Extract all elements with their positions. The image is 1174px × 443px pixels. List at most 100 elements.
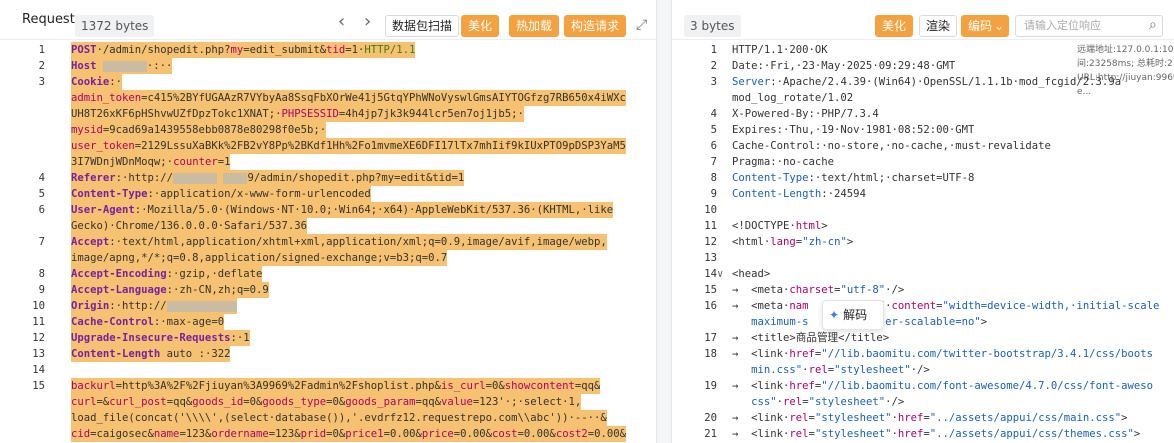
code-line: 15 → <meta·charset="utf-8"·/>: [672, 282, 1174, 298]
pane-divider[interactable]: [656, 0, 672, 443]
line-number: 14: [704, 268, 717, 280]
code-line: UH8T26xKF6pHShvwUZfDpzTokc1XNAT;·PHPSESS…: [0, 106, 656, 122]
code-line: 21 → <link·rel="stylesheet"·href="../asse…: [672, 426, 1174, 442]
line-text: Accept-Encoding:·gzip,·deflate: [71, 266, 263, 282]
code-line: maximum-s user-scalable=no">: [672, 314, 1174, 330]
line-text: Expires:·Thu,·19·Nov·1981·08:52:00·GMT: [732, 124, 975, 136]
line-number: 12: [704, 236, 717, 248]
code-line: 10 Origin:·http://: [0, 298, 656, 314]
code-line: 16 → <meta·nam t"·content="width=device-w…: [672, 298, 1174, 314]
line-text: User-Agent:·Mozilla/5.0·(Windows·NT·10.0…: [71, 202, 614, 218]
line-number: 11: [704, 220, 717, 232]
encoding-dropdown[interactable]: 编码 ⌄: [961, 15, 1010, 37]
line-text: UH8T26xKF6pHShvwUZfDpzTokc1XNAT;·PHPSESS…: [71, 106, 524, 122]
line-number: 5: [38, 188, 45, 200]
code-line: curl=&curl_post=qq&goods_id=0&goods_type…: [0, 394, 656, 410]
code-line: 12 <html·lang="zh-cn">: [672, 234, 1174, 250]
line-number: 18: [704, 348, 717, 360]
line-number: 15: [704, 284, 717, 296]
line-number: 1: [38, 44, 45, 56]
line-text: Accept-Language:·zh-CN,zh;q=0.9: [71, 282, 269, 298]
line-text: <head>: [732, 268, 771, 280]
line-number: 6: [710, 140, 717, 152]
fold-chevron-icon[interactable]: ∨: [717, 266, 723, 282]
line-text: HTTP/1.1·200·OK: [732, 44, 828, 56]
line-text: → <link·href="//lib.baomitu.com/font-awe…: [732, 380, 1153, 392]
request-title: Request: [22, 12, 75, 27]
code-line: 7 Pragma:·no-cache: [672, 154, 1174, 170]
line-text: Content-Length:·24594: [732, 188, 866, 200]
line-text: Pragma:·no-cache: [732, 156, 835, 168]
line-number: 1: [710, 44, 717, 56]
line-text: → <meta·charset="utf-8"·/>: [732, 284, 905, 296]
code-line: 6 Cache-Control:·no-store,·no-cache,·must…: [672, 138, 1174, 154]
line-number: 7: [710, 156, 717, 168]
beautify-button[interactable]: 美化: [461, 15, 500, 37]
line-number: 8: [38, 268, 45, 280]
line-text: Content-Length auto :·322: [71, 346, 231, 362]
line-number: 11: [32, 316, 45, 328]
line-number: 9: [38, 284, 45, 296]
line-number: 4: [38, 172, 45, 184]
line-text: → <link·rel="stylesheet"·href="../assets…: [732, 428, 1141, 440]
decode-popup[interactable]: ✦ 解码: [822, 300, 884, 330]
code-line: 9 Content-Length:·24594: [672, 186, 1174, 202]
code-line: 18 → <link·href="//lib.baomitu.com/twitte…: [672, 346, 1174, 362]
chevron-down-icon: ⌄: [993, 19, 1005, 33]
code-line: 20 → <link·rel="stylesheet"·href="../asse…: [672, 410, 1174, 426]
line-text: Cache-Control:·no-store,·no-cache,·must-…: [732, 140, 1051, 152]
line-text: curl=&curl_post=qq&goods_id=0&goods_type…: [71, 394, 582, 410]
line-number: 16: [704, 300, 717, 312]
line-text: 3I7WDnjWDnMoqw;·counter=1: [71, 154, 231, 170]
line-number: 17: [704, 332, 717, 344]
next-arrow-icon[interactable]: ›: [364, 11, 371, 33]
line-number: 12: [32, 332, 45, 344]
line-number: 3: [38, 76, 45, 88]
line-text: cid=caigosec&name=123&ordername=123&prid…: [71, 426, 626, 442]
beautify-button[interactable]: 美化: [875, 15, 914, 37]
line-text: backurl=http%3A%2F%2Fjiuyan%3A9969%2Fadm…: [71, 378, 601, 394]
line-text: user_token=2129LssuXaBKk%2FB2vY8Pp%2BKdf…: [71, 138, 626, 154]
line-text: → <meta·nam t"·content="width=device-wid…: [732, 300, 1160, 312]
expand-icon[interactable]: ⤢: [636, 14, 647, 36]
code-line: cid=caigosec&name=123&ordername=123&prid…: [0, 426, 656, 442]
line-number: 7: [38, 236, 45, 248]
render-button[interactable]: 渲染: [919, 15, 958, 37]
sparkle-icon: ✦: [829, 308, 840, 322]
decode-label: 解码: [843, 308, 868, 322]
line-text: Origin:·http://: [71, 298, 237, 314]
code-line: 14 ∨ <head>: [672, 266, 1174, 282]
line-number: 13: [32, 348, 45, 360]
line-text: Referer:·http:// 9/admin/shopedit.php?my…: [71, 170, 465, 186]
response-toolbar: 3 bytes 美化 渲染 编码 ⌄ 请输入定位响应 ⌕: [672, 0, 1174, 40]
line-number: 14: [32, 364, 45, 376]
packet-scan-button[interactable]: 数据包扫描: [385, 15, 460, 37]
line-number: 20: [704, 412, 717, 424]
line-text: Gecko)·Chrome/136.0.0.0·Safari/537.36: [71, 218, 307, 234]
line-text: Date:·Fri,·23·May·2025·09:29:48·GMT: [732, 60, 956, 72]
code-line: Gecko)·Chrome/136.0.0.0·Safari/537.36: [0, 218, 656, 234]
line-number: 2: [710, 60, 717, 72]
code-line: 3 Cookie:·: [0, 74, 656, 90]
build-request-button[interactable]: 构造请求: [564, 15, 627, 37]
line-text: admin_token=c415%2BYfUGAAzR7VYbyAa8SsqFb…: [71, 90, 626, 106]
line-number: 9: [710, 188, 717, 200]
http-viewer: Request 1372 bytes ‹ › 数据包扫描 美化 热加载 构造请求…: [0, 0, 1174, 443]
line-text: Host ·:··: [71, 58, 173, 74]
code-line: 1 POST·/admin/shopedit.php?my=edit_submit…: [0, 42, 656, 58]
code-line: css"·rel="stylesheet"·/>: [672, 394, 1174, 410]
locate-response-input[interactable]: 请输入定位响应: [1015, 15, 1163, 37]
timing-text: 间:23258ms; 总耗时:2: [1077, 59, 1173, 69]
line-number: 10: [704, 204, 717, 216]
code-line: mysid=9cad69a1439558ebb0878e80298f0e5b;·: [0, 122, 656, 138]
line-text: image/apng,*/*;q=0.8,application/signed-…: [71, 250, 448, 266]
code-line: image/apng,*/*;q=0.8,application/signed-…: [0, 250, 656, 266]
hot-reload-button[interactable]: 热加载: [509, 15, 560, 37]
remote-address: 远端地址:127.0.0.1:108: [1077, 45, 1174, 55]
code-line: admin_token=c415%2BYfUGAAzR7VYbyAa8SsqFb…: [0, 90, 656, 106]
line-text: Content-Type:·text/html;·charset=UTF-8: [732, 172, 975, 184]
code-line: 2 Host ·:··: [0, 58, 656, 74]
code-line: 13: [672, 250, 1174, 266]
code-line: 8 Accept-Encoding:·gzip,·deflate: [0, 266, 656, 282]
prev-arrow-icon[interactable]: ‹: [338, 11, 345, 33]
